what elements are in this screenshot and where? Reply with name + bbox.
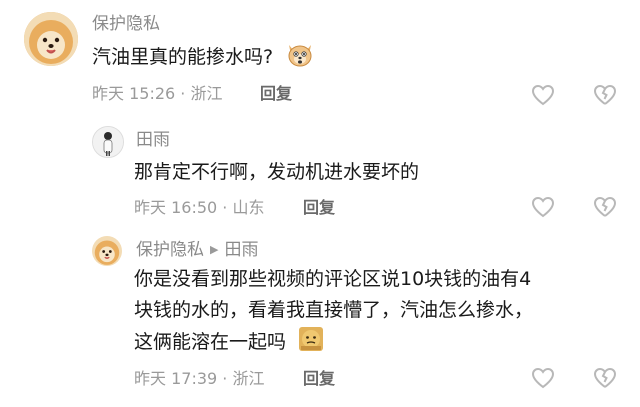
reply-button[interactable]: 回复 bbox=[303, 197, 335, 219]
meta-separator: · bbox=[222, 369, 228, 388]
broken-heart-icon[interactable] bbox=[593, 367, 617, 389]
comment-location: 浙江 bbox=[232, 369, 265, 388]
heart-icon[interactable] bbox=[531, 84, 555, 106]
comment-1: 保护隐私 汽油里真的能掺水吗? 昨天 15:26 · 浙江 回复 bbox=[0, 0, 640, 120]
reply-button[interactable]: 回复 bbox=[303, 368, 335, 390]
comment-location: 山东 bbox=[232, 198, 265, 217]
comment-meta: 昨天 15:26 · 浙江 bbox=[92, 83, 223, 105]
avatar[interactable] bbox=[92, 236, 122, 266]
comment-time: 昨天 15:26 bbox=[92, 84, 176, 103]
pomeranian-avatar-icon bbox=[24, 12, 78, 66]
pomeranian-avatar-icon bbox=[92, 236, 122, 266]
comment-username[interactable]: 保护隐私 bbox=[92, 13, 160, 35]
comment-text: 你是没看到那些视频的评论区说10块钱的油有4 块钱的水的，看着我直接懵了，汽油怎… bbox=[134, 264, 624, 362]
comment-username-line: 保护隐私 ▶ 田雨 bbox=[136, 239, 258, 261]
comment-time: 昨天 16:50 bbox=[134, 198, 218, 217]
comment-text: 那肯定不行啊，发动机进水要坏的 bbox=[134, 161, 420, 183]
comment-text-content: 汽油里真的能掺水吗? bbox=[92, 46, 274, 68]
dog-face-emoji-icon bbox=[285, 41, 315, 77]
avatar[interactable] bbox=[92, 126, 124, 158]
comment-time: 昨天 17:39 bbox=[134, 369, 218, 388]
heart-icon[interactable] bbox=[531, 196, 555, 218]
avatar[interactable] bbox=[24, 12, 78, 66]
comment-location: 浙江 bbox=[190, 84, 223, 103]
meta-separator: · bbox=[180, 84, 186, 103]
broken-heart-icon[interactable] bbox=[593, 196, 617, 218]
comment-text-line-with-emoji: 这俩能溶在一起吗 bbox=[134, 326, 624, 362]
heart-icon[interactable] bbox=[531, 367, 555, 389]
comment-2: 田雨 那肯定不行啊，发动机进水要坏的 昨天 16:50 · 山东 回复 bbox=[0, 120, 640, 230]
reply-button[interactable]: 回复 bbox=[260, 83, 292, 105]
comment-meta: 昨天 17:39 · 浙江 bbox=[134, 368, 265, 390]
comment-3: 保护隐私 ▶ 田雨 你是没看到那些视频的评论区说10块钱的油有4 块钱的水的，看着我… bbox=[0, 230, 640, 407]
comment-username[interactable]: 田雨 bbox=[136, 129, 170, 151]
comment-text-line: 块钱的水的，看着我直接懵了，汽油怎么掺水， bbox=[134, 299, 534, 321]
meta-separator: · bbox=[222, 198, 228, 217]
comment-text-line: 这俩能溶在一起吗 bbox=[134, 331, 287, 353]
comment-text-line: 你是没看到那些视频的评论区说10块钱的油有4 bbox=[134, 268, 532, 290]
confused-face-emoji-icon bbox=[298, 326, 324, 362]
person-avatar-icon bbox=[93, 127, 123, 157]
triangle-right-icon: ▶ bbox=[210, 243, 219, 256]
comment-text: 汽油里真的能掺水吗? bbox=[92, 41, 315, 77]
broken-heart-icon[interactable] bbox=[593, 84, 617, 106]
comment-username[interactable]: 保护隐私 bbox=[136, 240, 204, 260]
reply-to-username[interactable]: 田雨 bbox=[224, 240, 258, 260]
comment-meta: 昨天 16:50 · 山东 bbox=[134, 197, 265, 219]
